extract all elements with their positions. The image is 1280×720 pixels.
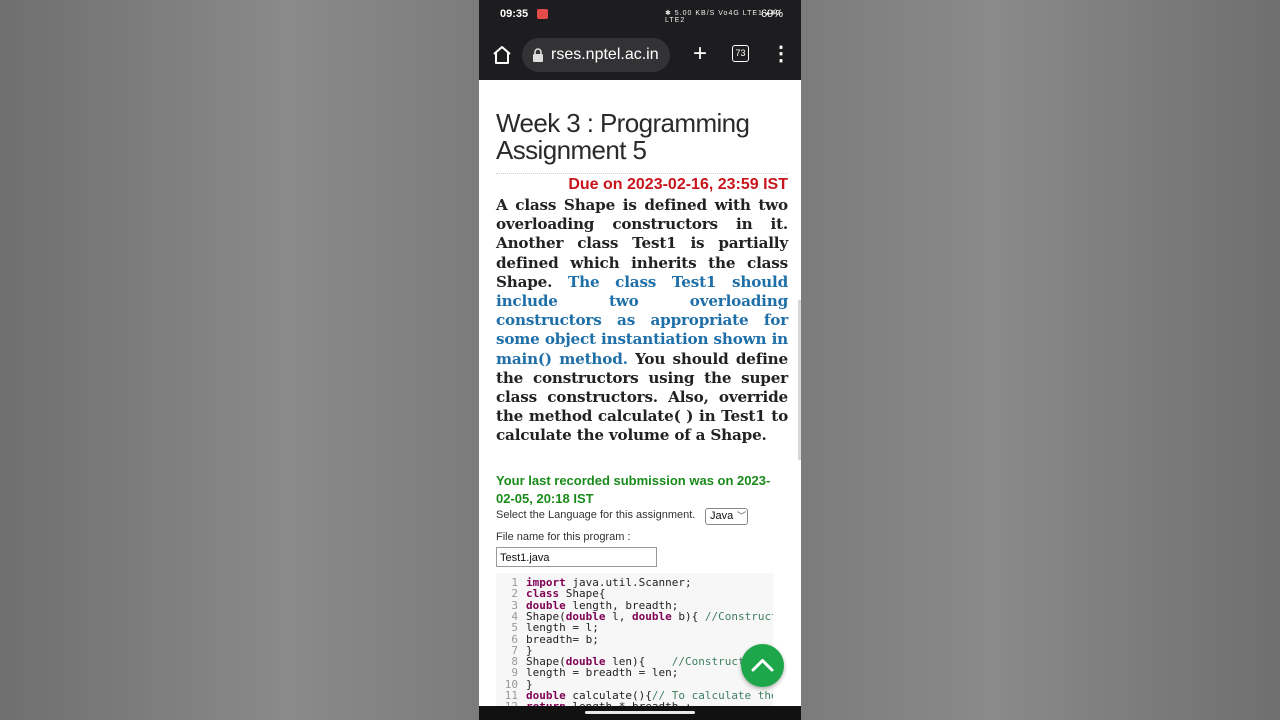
home-gesture-handle[interactable]	[585, 711, 695, 714]
code-line[interactable]: 4Shape(double l, double b){ //Constructo…	[496, 609, 773, 623]
address-bar[interactable]: rses.nptel.ac.in	[522, 38, 670, 72]
title-divider	[496, 173, 788, 174]
code-editor[interactable]: 1 import java.util.Scanner; 2 class Shape{3…	[496, 573, 773, 706]
home-icon[interactable]	[490, 43, 514, 67]
code-text: l,	[605, 609, 632, 623]
code-line[interactable]: 7}	[496, 644, 532, 657]
browser-toolbar: rses.nptel.ac.in + 73 ⋮	[479, 30, 801, 80]
code-comment: //Constructor	[704, 609, 773, 623]
code-line[interactable]: 1 import java.util.Scanner;	[496, 576, 691, 589]
filename-label: File name for this program :	[496, 531, 631, 543]
phone-screen: 09:35 ✱ 5.00 KB/S Vo4G LTE1 ▴4G LTE2 69%…	[479, 0, 801, 720]
language-select[interactable]: Java ﹀	[705, 508, 748, 525]
url-text: rses.nptel.ac.in	[551, 46, 659, 63]
page-content[interactable]: Week 3 : Programming Assignment 5 Due on…	[479, 80, 801, 706]
last-submission: Your last recorded submission was on 202…	[496, 473, 771, 506]
more-vertical-icon[interactable]: ⋮	[771, 42, 791, 68]
navigation-bar	[479, 706, 801, 720]
code-line[interactable]: 6 breadth= b;	[496, 632, 599, 646]
code-line[interactable]: 2 class Shape{	[496, 587, 605, 600]
code-text: b){	[671, 609, 705, 623]
status-bar: 09:35 ✱ 5.00 KB/S Vo4G LTE1 ▴4G LTE2 69%	[479, 0, 801, 30]
chevron-down-icon: ﹀	[737, 511, 747, 521]
code-line[interactable]: 3 double length, breadth;	[496, 599, 678, 612]
plus-icon[interactable]: +	[687, 42, 713, 68]
language-value: Java	[710, 510, 734, 522]
language-label: Select the Language for this assignment.	[496, 509, 696, 521]
page-title: Week 3 : Programming Assignment 5	[496, 108, 750, 165]
video-background-right	[801, 0, 1280, 720]
code-text: length = breadth = len;	[526, 666, 679, 680]
filename-input[interactable]: Test1.java	[496, 547, 657, 567]
chevron-up-icon[interactable]	[741, 644, 784, 687]
code-line[interactable]: 10}	[496, 678, 533, 691]
code-line[interactable]: 8 Shape(double len){ //Constructor	[496, 655, 757, 668]
code-line[interactable]: 9 length = breadth = len;	[496, 666, 679, 680]
video-background-left	[0, 0, 479, 720]
scrollbar[interactable]	[798, 300, 801, 460]
battery-level: 69%	[761, 8, 784, 20]
code-line[interactable]: 11 double calculate(){// To calculate the	[496, 689, 773, 702]
screen-record-icon	[537, 9, 548, 19]
code-line[interactable]: 5 length = l;	[496, 621, 598, 634]
tabs-icon[interactable]: 73	[732, 45, 749, 62]
lock-icon	[532, 48, 544, 62]
status-time: 09:35	[500, 8, 529, 20]
assignment-description: A class Shape is defined with two overlo…	[496, 196, 788, 446]
due-date: Due on 2023-02-16, 23:59 IST	[568, 176, 788, 193]
code-text: breadth= b;	[526, 632, 599, 646]
code-keyword: double	[632, 609, 672, 623]
